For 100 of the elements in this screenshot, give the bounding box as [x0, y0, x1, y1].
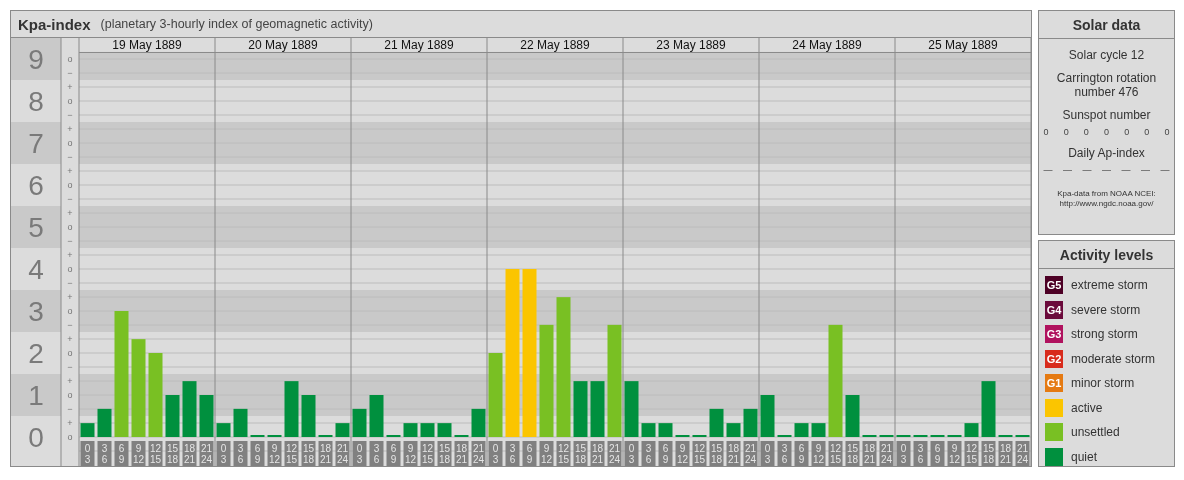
sunspot-value: 0 [1103, 127, 1109, 137]
tick-label: − [67, 404, 73, 414]
hour-label: 18 21 [998, 441, 1013, 466]
date-label: 22 May 1889 [520, 38, 590, 52]
legend-label: extreme storm [1071, 278, 1148, 292]
hour-label: 21 24 [199, 441, 214, 466]
hour-label: 21 24 [879, 441, 894, 466]
chart-subtitle: (planetary 3-hourly index of geomagnetic activity) [100, 17, 373, 31]
axis-label: 7 [28, 128, 44, 159]
axis-label: 3 [28, 296, 44, 327]
hour-label: 18 21 [590, 441, 605, 466]
kp-bar [590, 381, 605, 437]
hour-label: 15 18 [437, 441, 452, 466]
kp-bar [573, 381, 588, 437]
kp-bar [624, 381, 639, 437]
hour-label: 6 9 [794, 441, 809, 466]
hour-label: 0 3 [896, 441, 911, 466]
kp-bar [964, 423, 979, 437]
tick-label: + [67, 292, 73, 302]
kp-bar [284, 381, 299, 437]
ap-index-value: — [1082, 165, 1092, 175]
hour-label: 12 15 [556, 441, 571, 466]
ap-index-value: — [1160, 165, 1170, 175]
hour-label: 9 12 [947, 441, 962, 466]
panel-title: Activity levels [1039, 241, 1174, 269]
tick-label: o [67, 180, 73, 190]
tick-label: o [67, 348, 73, 358]
tick-label: o [67, 264, 73, 274]
tick-label: o [67, 138, 73, 148]
kp-bar [182, 381, 197, 437]
tick-label: − [67, 110, 73, 120]
kp-bar [845, 395, 860, 437]
carrington-rotation: Carrington rotation number 476 [1055, 71, 1158, 99]
axis-label: 0 [28, 422, 44, 453]
hour-label: 0 3 [216, 441, 231, 466]
tick-label: + [67, 208, 73, 218]
sunspot-value: 0 [1043, 127, 1049, 137]
legend-label: severe storm [1071, 302, 1141, 317]
tick-label: o [67, 54, 73, 64]
sunspot-label: Sunspot number [1061, 108, 1152, 122]
hour-label: 0 3 [80, 441, 95, 466]
hour-label: 0 3 [352, 441, 367, 466]
tick-label: + [67, 82, 73, 92]
axis-label: 9 [28, 44, 44, 75]
hour-label: 9 12 [267, 441, 282, 466]
legend-label: active [1071, 400, 1103, 415]
tick-label: − [67, 152, 73, 162]
legend-swatch: G1 [1045, 374, 1063, 392]
date-label: 20 May 1889 [248, 38, 318, 52]
date-label: 21 May 1889 [384, 38, 454, 52]
sunspot-value: 0 [1124, 127, 1130, 137]
hour-label: 0 3 [760, 441, 775, 466]
tick-label: + [67, 376, 73, 386]
tick-label: − [67, 236, 73, 246]
axis-label: 4 [28, 254, 44, 285]
hour-label: 3 6 [97, 441, 112, 466]
hour-label: 6 9 [386, 441, 401, 466]
kp-bar [199, 395, 214, 437]
hour-label: 0 3 [488, 441, 503, 466]
hour-label: 9 12 [675, 441, 690, 466]
legend-swatch: G2 [1045, 349, 1063, 368]
kp-bar [165, 395, 180, 437]
kp-bar [641, 423, 656, 437]
hour-label: 18 21 [454, 441, 469, 466]
axis-label: 5 [28, 212, 44, 243]
hour-label: 12 15 [964, 441, 979, 466]
hour-label: 6 9 [658, 441, 673, 466]
ap-index-value: — [1121, 165, 1131, 175]
kp-bar [369, 395, 384, 437]
hour-label: 12 15 [420, 441, 435, 466]
legend-label: minor storm [1071, 376, 1135, 390]
hour-label: 15 18 [301, 441, 316, 466]
hour-label: 6 9 [522, 441, 537, 466]
axis-label: 6 [28, 170, 44, 201]
hour-label: 12 15 [828, 441, 843, 466]
hour-label: 3 6 [505, 441, 520, 466]
tick-label: o [67, 432, 73, 442]
kp-bar [811, 423, 826, 437]
hour-label: 3 6 [777, 441, 792, 466]
ap-index-value: — [1141, 165, 1150, 175]
tick-label: − [67, 320, 73, 330]
kp-bar [658, 423, 673, 437]
legend-label: quiet [1071, 449, 1098, 464]
hour-label: 15 18 [981, 441, 996, 466]
tick-label: + [67, 250, 73, 260]
date-label: 23 May 1889 [656, 38, 726, 52]
legend-swatch: G4 [1045, 300, 1063, 319]
hour-label: 15 18 [165, 441, 180, 466]
hour-label: 21 24 [471, 441, 486, 466]
legend-label: strong storm [1071, 327, 1138, 341]
axis-label: 1 [28, 380, 44, 411]
legend-label: unsettled [1071, 425, 1120, 439]
tick-label: − [67, 194, 73, 204]
date-label: 25 May 1889 [928, 38, 998, 52]
date-label: 24 May 1889 [792, 38, 862, 52]
ap-index-label: Daily Ap-index [1067, 146, 1146, 160]
panel-title: Solar data [1039, 11, 1174, 39]
kp-bar [437, 423, 452, 437]
sunspot-value: 0 [1164, 127, 1170, 137]
kp-bar [794, 423, 809, 437]
